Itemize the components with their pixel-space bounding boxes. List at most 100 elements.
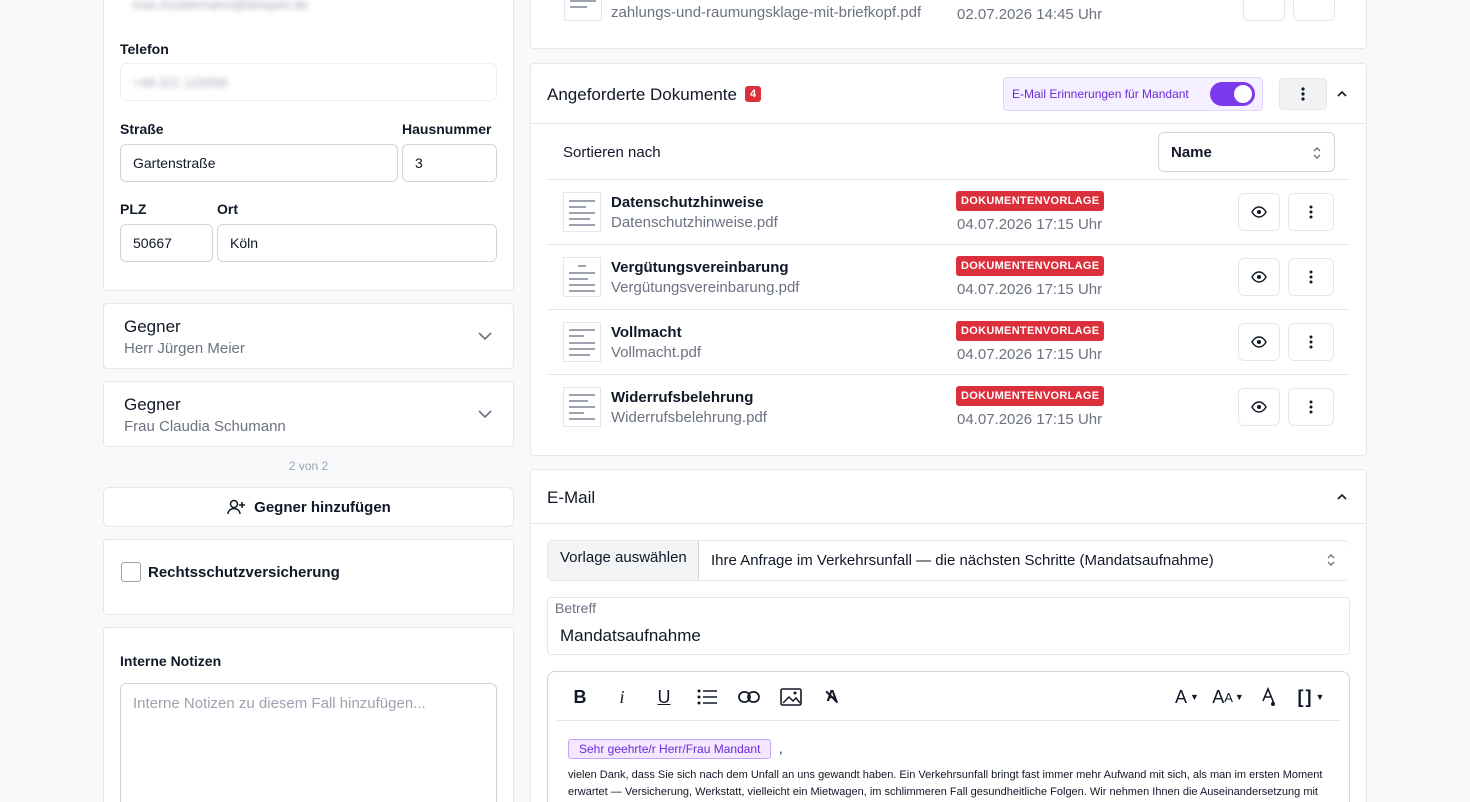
template-tag: DOKUMENTENVORLAGE: [956, 386, 1105, 406]
add-opponent-label: Gegner hinzufügen: [254, 498, 391, 516]
view-button[interactable]: [1243, 0, 1285, 21]
view-button[interactable]: [1238, 323, 1280, 361]
list-icon[interactable]: [696, 686, 718, 708]
divider: [557, 720, 1340, 721]
subject-label: Betreff: [555, 600, 596, 616]
zip-label: PLZ: [120, 201, 147, 217]
reminder-toggle-box: E-Mail Erinnerungen für Mandant: [1003, 77, 1263, 111]
city-field[interactable]: Köln: [217, 224, 497, 262]
chevron-down-icon[interactable]: [477, 328, 493, 344]
notes-label: Interne Notizen: [120, 653, 222, 669]
document-date: 04.07.2026 17:15 Uhr: [957, 346, 1103, 363]
opponent-name: Frau Claudia Schumann: [124, 418, 286, 435]
pagination-text: 2 von 2: [288, 459, 329, 473]
count-badge: 4: [745, 86, 762, 102]
more-options-button[interactable]: [1288, 193, 1334, 231]
divider: [547, 179, 1350, 180]
body-line: vielen Dank, dass Sie sich nach dem Unfa…: [568, 769, 1323, 781]
view-button[interactable]: [1238, 258, 1280, 296]
house-number-field[interactable]: 3: [402, 144, 497, 182]
add-opponent-button[interactable]: Gegner hinzufügen: [103, 487, 514, 527]
document-filename: Datenschutzhinweise.pdf: [611, 214, 778, 231]
sort-value: Name: [1171, 144, 1212, 161]
text-color-icon[interactable]: [1259, 686, 1279, 708]
document-thumbnail: [564, 0, 602, 21]
chevron-down-icon[interactable]: [477, 406, 493, 422]
template-tag: DOKUMENTENVORLAGE: [956, 191, 1105, 211]
eye-icon: [1251, 336, 1267, 348]
template-label: Vorlage auswählen: [560, 549, 687, 566]
select-arrows-icon: [1312, 146, 1322, 160]
email-field[interactable]: max.mustermann@beispiel.de: [120, 0, 497, 18]
zip-field[interactable]: 50667: [120, 224, 213, 262]
subject-field[interactable]: Betreff Mandatsaufnahme: [547, 597, 1350, 655]
section-title: E-Mail: [547, 488, 596, 507]
more-options-button[interactable]: [1288, 323, 1334, 361]
more-options-button[interactable]: [1288, 258, 1334, 296]
document-title: Datenschutzhinweise: [611, 194, 764, 211]
view-button[interactable]: [1238, 193, 1280, 231]
phone-label: Telefon: [120, 41, 169, 57]
kebab-icon: [1309, 335, 1313, 349]
underline-icon[interactable]: U: [654, 686, 674, 708]
document-filename: Widerrufsbelehrung.pdf: [611, 409, 767, 426]
phone-field[interactable]: +49 221 123456: [120, 63, 497, 101]
more-options-button[interactable]: [1279, 78, 1327, 110]
chevron-up-icon[interactable]: [1335, 87, 1349, 101]
notes-card: Interne Notizen Interne Notizen zu diese…: [103, 627, 514, 802]
divider: [547, 309, 1350, 310]
document-title: Vergütungsvereinbarung: [611, 259, 789, 276]
documents-card: zahlungs-und-raumungsklage-mit-briefkopf…: [530, 0, 1367, 49]
placeholder-chip[interactable]: Sehr geehrte/r Herr/Frau Mandant: [568, 739, 772, 759]
view-button[interactable]: [1238, 388, 1280, 426]
reminder-toggle[interactable]: [1210, 82, 1255, 106]
opponent-title: Gegner: [124, 395, 181, 414]
document-date: 04.07.2026 17:15 Uhr: [957, 411, 1103, 428]
subject-value: Mandatsaufnahme: [560, 626, 701, 645]
link-icon[interactable]: [738, 686, 760, 708]
kebab-icon: [1309, 205, 1313, 219]
document-thumbnail: [563, 257, 601, 297]
eye-icon: [1251, 271, 1267, 283]
document-filename: zahlungs-und-raumungsklage-mit-briefkopf…: [611, 4, 922, 21]
chevron-up-icon[interactable]: [1335, 490, 1349, 504]
bold-icon[interactable]: B: [570, 686, 590, 708]
template-select[interactable]: Ihre Anfrage im Verkehrsunfall — die näc…: [698, 541, 1350, 580]
document-filename: Vollmacht.pdf: [611, 344, 702, 361]
document-date: 04.07.2026 17:15 Uhr: [957, 281, 1103, 298]
city-label: Ort: [217, 201, 238, 217]
font-family-icon[interactable]: A ▼: [1172, 686, 1202, 708]
reminder-label: E-Mail Erinnerungen für Mandant: [1012, 87, 1189, 101]
house-number-label: Hausnummer: [402, 121, 492, 137]
sort-select[interactable]: Name: [1158, 132, 1335, 172]
template-tag: DOKUMENTENVORLAGE: [956, 256, 1105, 276]
document-thumbnail: [563, 322, 601, 362]
font-size-icon[interactable]: A A ▼: [1211, 686, 1245, 708]
street-label: Straße: [120, 121, 164, 137]
notes-textarea[interactable]: Interne Notizen zu diesem Fall hinzufüge…: [120, 683, 497, 802]
document-title: Widerrufsbelehrung: [611, 389, 754, 406]
template-select-group: Vorlage auswählen Ihre Anfrage im Verkeh…: [547, 540, 1350, 581]
user-plus-icon: [226, 497, 246, 517]
more-options-button[interactable]: [1288, 388, 1334, 426]
street-field[interactable]: Gartenstraße: [120, 144, 398, 182]
image-icon[interactable]: [780, 686, 802, 708]
opponent-card[interactable]: Gegner Herr Jürgen Meier: [103, 303, 514, 369]
kebab-icon: [1309, 400, 1313, 414]
download-button[interactable]: [1293, 0, 1335, 21]
eye-icon: [1251, 401, 1267, 413]
document-filename: Vergütungsvereinbarung.pdf: [611, 279, 800, 296]
clear-format-icon[interactable]: A: [822, 686, 842, 708]
italic-icon[interactable]: i: [612, 686, 632, 708]
placeholder-brackets-icon[interactable]: [] ▼: [1295, 686, 1329, 708]
sort-label: Sortieren nach: [563, 144, 661, 161]
document-date: 04.07.2026 17:15 Uhr: [957, 216, 1103, 233]
insurance-checkbox[interactable]: [121, 562, 141, 582]
opponent-name: Herr Jürgen Meier: [124, 340, 245, 357]
eye-icon: [1251, 206, 1267, 218]
opponent-card[interactable]: Gegner Frau Claudia Schumann: [103, 381, 514, 447]
document-date: 02.07.2026 14:45 Uhr: [957, 6, 1103, 23]
kebab-icon: [1301, 87, 1305, 101]
section-title: Angeforderte Dokumente: [547, 85, 737, 104]
document-thumbnail: [563, 192, 601, 232]
